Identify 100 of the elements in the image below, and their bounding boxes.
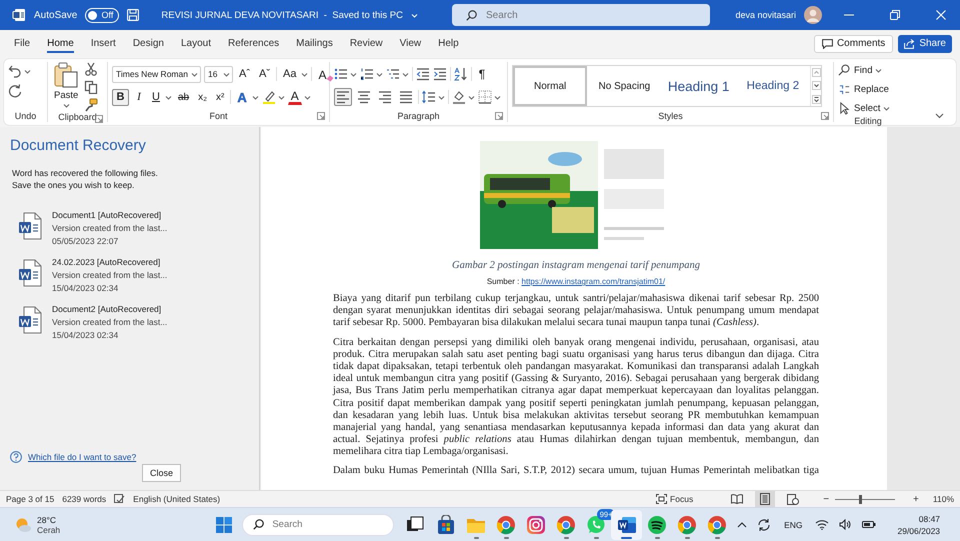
language-indicator[interactable]: English (United States) (133, 494, 220, 504)
recovered-file-item[interactable]: Document1 [AutoRecovered] Version created from the last... 05/05/2023 22:07 (10, 205, 249, 252)
restore-icon[interactable] (890, 10, 900, 20)
start-icon[interactable] (216, 516, 232, 532)
scissors-icon[interactable] (84, 62, 98, 76)
scroll-down-icon[interactable] (812, 81, 820, 90)
menu-tab[interactable]: View (392, 34, 430, 53)
volume-icon[interactable] (839, 519, 852, 530)
italic-button[interactable]: I (132, 88, 146, 106)
page-count[interactable]: Page 3 of 15 (6, 494, 54, 504)
dropdown-caret-icon[interactable] (278, 94, 285, 100)
word-logo-icon[interactable] (12, 8, 26, 22)
menu-tab[interactable]: Design (124, 34, 172, 53)
recovered-file-item[interactable]: Document2 [AutoRecovered] Version created from the last... 15/04/2023 02:34 (10, 299, 249, 346)
zoom-level[interactable]: 110% (932, 494, 954, 504)
style-option[interactable]: No Spacing (587, 66, 662, 106)
menu-tab[interactable]: Mailings (288, 34, 341, 53)
sync-icon[interactable] (757, 518, 772, 532)
zoom-out-button[interactable]: − (823, 494, 830, 504)
superscript-button[interactable]: x² (213, 88, 228, 106)
dropdown-caret-icon[interactable] (165, 94, 172, 100)
avatar[interactable] (804, 6, 822, 24)
bullet-list-icon[interactable] (334, 67, 348, 81)
save-icon[interactable] (127, 9, 140, 21)
menu-tab[interactable]: Review (342, 34, 391, 53)
dialog-launcher-icon[interactable] (495, 112, 503, 120)
dropdown-caret-icon[interactable] (376, 72, 383, 76)
clear-formatting-button[interactable]: A (315, 66, 338, 82)
show-hidden-icons-icon[interactable] (737, 522, 748, 528)
dropdown-caret-icon[interactable] (304, 94, 311, 100)
battery-icon[interactable] (862, 519, 876, 530)
print-layout-icon[interactable] (760, 493, 770, 505)
menu-tab[interactable]: References (220, 34, 288, 53)
multilevel-list-icon[interactable] (386, 67, 400, 81)
menu-tab[interactable]: Help (430, 34, 467, 53)
highlighter-icon[interactable] (262, 90, 276, 104)
dropdown-caret-icon[interactable] (24, 68, 31, 74)
dialog-launcher-icon[interactable] (317, 112, 325, 120)
dropdown-caret-icon[interactable] (494, 94, 501, 100)
zoom-in-button[interactable]: + (913, 494, 919, 504)
taskbar-search-field[interactable]: Search (242, 514, 394, 536)
font-size-field[interactable]: 16 (204, 66, 233, 82)
subscript-button[interactable]: x₂ (195, 88, 210, 106)
close-button[interactable]: Close (142, 464, 181, 482)
underline-button[interactable]: U (149, 88, 163, 106)
font-name-field[interactable]: Times New Roman (112, 66, 201, 82)
undo-icon[interactable] (8, 64, 22, 78)
menu-tab[interactable]: Home (39, 34, 82, 53)
text-effects-button[interactable]: A (234, 88, 250, 106)
replace-button[interactable]: Replace (838, 81, 889, 97)
change-case-button[interactable]: Aa (280, 66, 300, 82)
proofing-icon[interactable] (114, 494, 126, 504)
style-option[interactable]: Heading 2 (736, 66, 810, 106)
bold-button[interactable]: B (112, 88, 129, 106)
dropdown-caret-icon[interactable] (62, 103, 70, 108)
menu-tab[interactable]: Insert (82, 34, 124, 53)
input-language[interactable]: ENG (784, 520, 802, 530)
source-link[interactable]: https://www.instagram.com/transjatim01/ (522, 277, 666, 286)
line-spacing-icon[interactable] (422, 90, 436, 104)
style-option[interactable]: Heading 1 (662, 66, 736, 106)
dialog-launcher-icon[interactable] (821, 112, 829, 120)
show-formatting-button[interactable]: ¶ (475, 66, 489, 82)
dropdown-caret-icon[interactable] (223, 72, 230, 76)
zoom-slider-thumb[interactable] (859, 494, 862, 504)
recovered-file-item[interactable]: 24.02.2023 [AutoRecovered] Version created from the last... 15/04/2023 02:34 (10, 252, 249, 299)
close-icon[interactable] (936, 10, 946, 20)
focus-button[interactable]: Focus (656, 494, 694, 504)
collapse-ribbon-icon[interactable] (935, 113, 944, 119)
font-color-button[interactable]: A (288, 89, 302, 105)
format-painter-icon[interactable] (84, 98, 98, 112)
dropdown-caret-icon[interactable] (883, 106, 890, 110)
redo-icon[interactable] (8, 84, 22, 98)
menu-tab[interactable]: Layout (172, 34, 219, 53)
borders-icon[interactable] (478, 90, 492, 104)
strike-button[interactable]: ab (175, 88, 192, 106)
word-count[interactable]: 6239 words (62, 494, 106, 504)
dropdown-caret-icon[interactable] (402, 72, 409, 76)
dropdown-caret-icon[interactable] (468, 94, 475, 100)
increase-indent-icon[interactable] (433, 67, 447, 81)
numbered-list-icon[interactable] (360, 67, 374, 81)
comments-button[interactable]: Comments (814, 34, 894, 52)
clock-time[interactable]: 08:47 (897, 512, 940, 524)
copy-icon[interactable] (84, 80, 98, 94)
taskbar-app-button[interactable] (611, 510, 642, 540)
shrink-font-button[interactable]: Aˇ (256, 66, 273, 82)
sort-icon[interactable] (454, 67, 468, 81)
dropdown-caret-icon[interactable] (438, 94, 445, 100)
more-styles-icon[interactable] (812, 94, 820, 104)
web-layout-icon[interactable] (787, 494, 800, 504)
select-button[interactable]: Select (838, 100, 890, 116)
shading-icon[interactable] (452, 90, 466, 104)
autosave-toggle[interactable]: Off (85, 8, 120, 22)
menu-tab[interactable]: File (6, 34, 38, 53)
grow-font-button[interactable]: Aˆ (236, 66, 253, 82)
read-mode-icon[interactable] (731, 494, 744, 504)
find-button[interactable]: Find (838, 62, 882, 78)
dropdown-caret-icon[interactable] (301, 72, 308, 76)
wifi-icon[interactable] (815, 519, 830, 530)
search-field[interactable]: Search (452, 4, 710, 26)
dropdown-caret-icon[interactable] (350, 72, 357, 76)
